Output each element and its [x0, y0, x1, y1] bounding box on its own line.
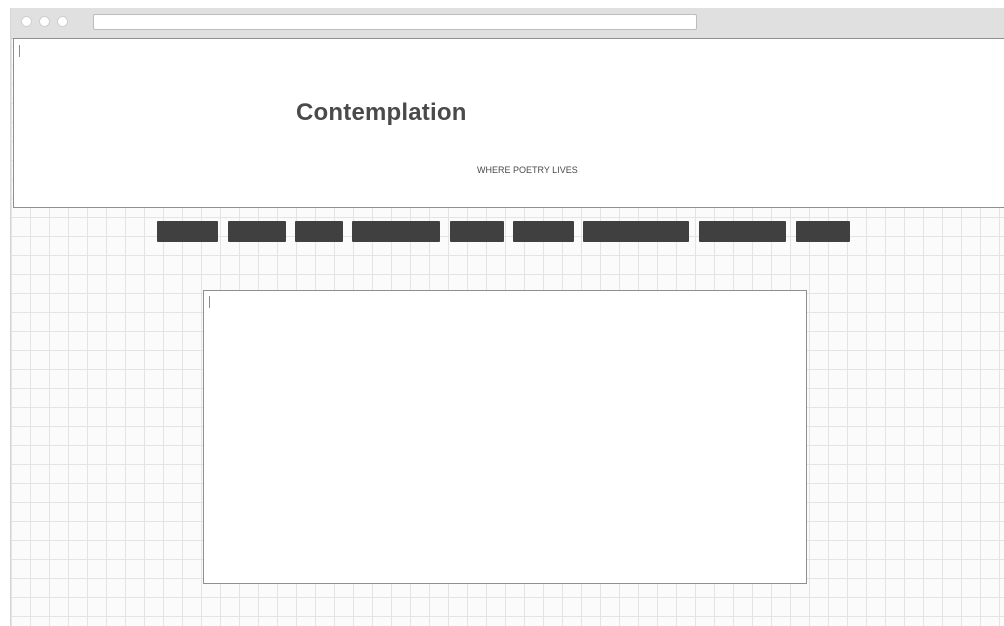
text-cursor-icon [209, 296, 210, 308]
main-navigation [11, 221, 1004, 242]
site-title: Contemplation [296, 99, 467, 126]
browser-window: Contemplation WHERE POETRY LIVES [10, 8, 1004, 626]
window-minimize-icon[interactable] [39, 16, 50, 27]
address-bar[interactable] [93, 14, 697, 30]
nav-item-4[interactable] [352, 221, 440, 242]
text-cursor-icon [19, 45, 20, 57]
nav-item-1[interactable] [157, 221, 218, 242]
browser-titlebar [11, 8, 1004, 39]
nav-item-3[interactable] [295, 221, 343, 242]
nav-item-2[interactable] [228, 221, 286, 242]
nav-item-6[interactable] [513, 221, 574, 242]
nav-item-5[interactable] [450, 221, 504, 242]
site-header: Contemplation WHERE POETRY LIVES [13, 38, 1004, 208]
content-text-area[interactable] [203, 290, 807, 584]
window-maximize-icon[interactable] [57, 16, 68, 27]
nav-item-9[interactable] [796, 221, 850, 242]
window-close-icon[interactable] [21, 16, 32, 27]
site-tagline: WHERE POETRY LIVES [477, 165, 578, 175]
nav-item-8[interactable] [699, 221, 786, 242]
nav-item-7[interactable] [583, 221, 689, 242]
